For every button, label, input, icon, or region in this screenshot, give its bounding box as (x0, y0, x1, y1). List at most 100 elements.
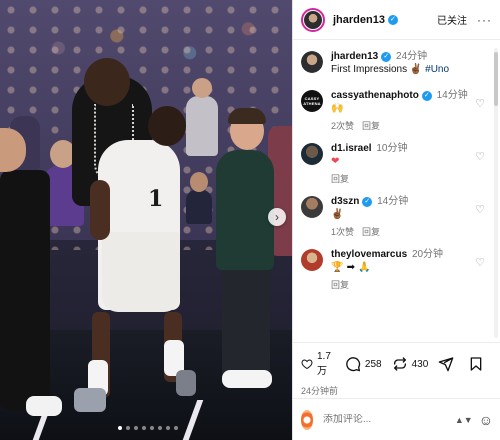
comment-item: d1.israel 10分钟 ❤ 回复 ♡ (301, 142, 493, 185)
player-shoe (74, 388, 106, 412)
kid-fan-head (190, 172, 208, 192)
comment-like-heart-icon[interactable]: ♡ (475, 150, 485, 163)
author-avatar[interactable] (301, 7, 325, 32)
carousel-dot[interactable] (126, 426, 130, 430)
person-left-shoe (26, 396, 62, 416)
comment-likes[interactable]: 2次赞 (331, 121, 354, 131)
commenter-avatar[interactable]: CASSY ATHENA (301, 90, 323, 112)
commenter-avatar[interactable] (301, 196, 323, 218)
likes-count: 1.7万 (316, 351, 331, 377)
comment-time: 10分钟 (376, 143, 408, 154)
post-time: 24分钟前 (301, 386, 339, 396)
heart-icon (301, 359, 313, 370)
comments-scrollbar-thumb[interactable] (494, 52, 498, 106)
player-shoe (176, 370, 196, 396)
man-green-shirt (216, 150, 274, 270)
carousel-dot[interactable] (174, 426, 178, 430)
caption-username[interactable]: jharden13 (331, 51, 378, 62)
carousel-dot[interactable] (142, 426, 146, 430)
verified-badge-icon: ✓ (421, 91, 432, 101)
carousel-dot[interactable] (150, 426, 154, 430)
carousel-dot[interactable] (158, 426, 162, 430)
repost-button[interactable]: 430 (392, 356, 429, 372)
comment-time: 14分钟 (377, 196, 409, 207)
send-icon (438, 357, 454, 372)
comment-bubble-icon (346, 357, 361, 372)
man-black-shirt-head (84, 58, 130, 106)
reply-button[interactable]: 回复 (362, 227, 380, 237)
comments-count: 258 (364, 358, 382, 370)
add-comment-bar: ▲▼ ☺ (293, 398, 500, 440)
post-caption: jharden13 ✓ 24分钟 First Impressions ✌🏾 #Un… (301, 50, 493, 77)
emoji-smile-icon[interactable]: ☺ (479, 412, 493, 428)
verified-badge-icon: ✓ (381, 52, 392, 62)
man-green-shirt-pants (222, 266, 270, 376)
author-username[interactable]: jharden13 (333, 14, 385, 26)
commenter-username[interactable]: d3szn (331, 196, 359, 207)
comment-button[interactable]: 258 (345, 356, 382, 372)
caption-text: First Impressions (331, 64, 408, 75)
reply-button[interactable]: 回复 (331, 280, 349, 290)
player-head (148, 106, 186, 146)
reply-button[interactable]: 回复 (362, 121, 380, 131)
player-shorts (102, 232, 180, 312)
carousel-dot[interactable] (166, 426, 170, 430)
player-arm (90, 180, 110, 240)
person-left-edge (0, 170, 50, 410)
save-button[interactable] (468, 356, 488, 372)
man-green-shirt-hair (228, 108, 266, 124)
comment-text: ✌🏾 (331, 209, 344, 220)
comment-like-heart-icon[interactable]: ♡ (475, 97, 485, 110)
sort-arrows-icon[interactable]: ▲▼ (455, 415, 473, 425)
comment-like-heart-icon[interactable]: ♡ (475, 256, 485, 269)
comment-item: theylovemarcus 20分钟 🏆 ➡ 🙏 回复 ♡ (301, 248, 493, 291)
commenter-username[interactable]: cassyathenaphoto (331, 90, 419, 101)
avatar-logo-text: CASSY ATHENA (303, 96, 321, 106)
post-photo[interactable]: 1 › (0, 0, 292, 440)
caption-time: 24分钟 (396, 51, 428, 62)
commenter-username[interactable]: d1.israel (331, 143, 372, 154)
man-green-shirt-shoes (222, 370, 272, 388)
comments-list: jharden13 ✓ 24分钟 First Impressions ✌🏾 #Un… (293, 40, 500, 342)
bookmark-icon (470, 357, 482, 371)
share-button[interactable] (438, 356, 458, 372)
comment-time: 14分钟 (436, 90, 468, 101)
comment-text: 🏆 ➡ 🙏 (331, 262, 371, 273)
chevron-right-icon: › (275, 210, 279, 224)
carousel-next-button[interactable]: › (268, 208, 286, 226)
commenter-username[interactable]: theylovemarcus (331, 249, 407, 260)
post-header: jharden13 ✓ 已关注 ··· (293, 0, 500, 40)
caption-emoji: ✌🏾 (409, 64, 423, 75)
more-horizontal-icon[interactable]: ··· (477, 13, 492, 27)
comment-like-heart-icon[interactable]: ♡ (475, 203, 485, 216)
follow-status-button[interactable]: 已关注 (437, 12, 467, 27)
reply-button[interactable]: 回复 (331, 174, 349, 184)
comment-item: d3szn ✓ 14分钟 ✌🏾 1次赞 回复 ♡ (301, 195, 493, 238)
background-fan-head (192, 78, 212, 98)
post-dialog: 1 › jharden13 ✓ 已关注 ··· jharden13✓ 24分钟 (0, 0, 500, 440)
verified-badge-icon: ✓ (387, 14, 398, 25)
post-actions: 1.7万 258 430 24分钟前 (293, 342, 500, 398)
current-user-avatar (301, 409, 313, 430)
carousel-dot[interactable] (118, 426, 122, 430)
comment-time: 20分钟 (411, 249, 444, 260)
post-side-panel: jharden13 ✓ 已关注 ··· jharden13 ✓ 24分钟 Firs… (292, 0, 500, 440)
comment-likes[interactable]: 1次赞 (331, 227, 354, 237)
repost-icon (393, 357, 406, 371)
comment-input[interactable] (322, 414, 455, 425)
kid-fan (186, 190, 212, 224)
like-button[interactable]: 1.7万 (301, 351, 335, 377)
comment-text: 🙌 (331, 103, 344, 114)
commenter-avatar[interactable] (301, 143, 323, 165)
commenter-avatar[interactable] (301, 249, 323, 271)
caption-hashtag[interactable]: #Uno (425, 64, 449, 75)
author-avatar[interactable] (301, 51, 323, 73)
carousel-dot[interactable] (134, 426, 138, 430)
carousel-dots (118, 426, 178, 430)
comment-text: ❤ (331, 156, 340, 167)
verified-badge-icon: ✓ (362, 197, 373, 207)
comment-item: CASSY ATHENA cassyathenaphoto ✓ 14分钟 🙌 2次… (301, 89, 493, 132)
jersey-number: 1 (148, 186, 164, 212)
reposts-count: 430 (411, 358, 429, 370)
background-fan (186, 96, 218, 156)
